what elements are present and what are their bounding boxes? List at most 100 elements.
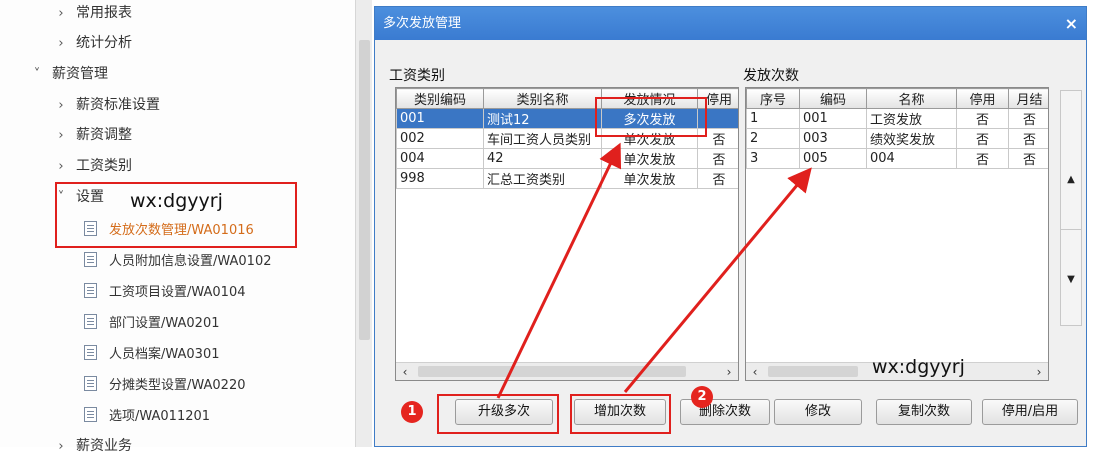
table-row[interactable]: 998 汇总工资类别 单次发放 否: [396, 168, 738, 189]
table-row[interactable]: 004 42 单次发放 否: [396, 148, 738, 169]
dialog-titlebar[interactable]: 多次发放管理 ×: [375, 7, 1086, 40]
document-icon: [84, 283, 97, 298]
column-header[interactable]: 类别编码: [396, 88, 484, 109]
table-cell[interactable]: 单次发放: [601, 148, 698, 169]
dialog-title: 多次发放管理: [383, 16, 462, 31]
table-cell[interactable]: 绩效奖发放: [866, 128, 957, 149]
tree-leaf-label: 发放次数管理/WA01016: [109, 223, 254, 238]
column-header[interactable]: 编码: [799, 88, 867, 109]
column-header[interactable]: 名称: [866, 88, 957, 109]
table-cell[interactable]: 003: [799, 128, 867, 149]
multi-payment-dialog: 多次发放管理 × 工资类别 类别编码 类别名称 发放情况 停用 001 测试12…: [374, 6, 1087, 447]
tree-leaf-allocation-type[interactable]: 分摊类型设置/WA0220: [84, 372, 246, 398]
table-cell[interactable]: 车间工资人员类别: [483, 128, 602, 149]
tree-item-label: 薪资调整: [76, 127, 132, 143]
enable-disable-button[interactable]: 停用/启用: [982, 399, 1078, 425]
tree-leaf-wage-items[interactable]: 工资项目设置/WA0104: [84, 279, 246, 305]
close-icon[interactable]: ×: [1065, 7, 1078, 40]
table-cell[interactable]: 否: [697, 128, 738, 149]
modify-button[interactable]: 修改: [774, 399, 862, 425]
horizontal-scrollbar[interactable]: ‹ ›: [396, 362, 738, 380]
table-cell[interactable]: [697, 108, 738, 129]
table-cell[interactable]: 多次发放: [601, 108, 698, 129]
table-cell[interactable]: 否: [1008, 108, 1048, 129]
scrollbar-thumb[interactable]: [768, 366, 858, 377]
table-cell[interactable]: 否: [1008, 128, 1048, 149]
table-row[interactable]: 1 001 工资发放 否 否: [746, 108, 1048, 129]
upgrade-multiple-button[interactable]: 升级多次: [455, 399, 553, 425]
table-row[interactable]: 2 003 绩效奖发放 否 否: [746, 128, 1048, 149]
background-scrollbar[interactable]: ▲ ▼: [1060, 90, 1082, 326]
document-icon: [84, 345, 97, 360]
tree-leaf-label: 部门设置/WA0201: [109, 316, 220, 331]
table-cell[interactable]: 001: [396, 108, 484, 129]
scroll-up-icon[interactable]: ▲: [1061, 171, 1081, 189]
tree-item-payroll-business[interactable]: › 薪资业务: [52, 433, 132, 459]
scroll-left-icon[interactable]: ‹: [746, 363, 764, 380]
table-cell[interactable]: 42: [483, 148, 602, 169]
scroll-left-icon[interactable]: ‹: [396, 363, 414, 380]
column-header[interactable]: 类别名称: [483, 88, 602, 109]
copy-count-button[interactable]: 复制次数: [876, 399, 972, 425]
chevron-down-icon: ˅: [33, 67, 41, 82]
table-cell[interactable]: 998: [396, 168, 484, 189]
add-count-button[interactable]: 增加次数: [574, 399, 666, 425]
table-cell[interactable]: 2: [746, 128, 800, 149]
table-cell[interactable]: 否: [697, 148, 738, 169]
tree-group-payroll[interactable]: ˅ 薪资管理: [28, 61, 108, 87]
table-cell[interactable]: 002: [396, 128, 484, 149]
table-cell[interactable]: 工资发放: [866, 108, 957, 129]
tree-item-statistics[interactable]: › 统计分析: [52, 30, 132, 56]
table-row[interactable]: 3 005 004 否 否: [746, 148, 1048, 169]
scroll-down-icon[interactable]: ▼: [1061, 271, 1081, 289]
table-cell[interactable]: 汇总工资类别: [483, 168, 602, 189]
tree-item-salary-adjust[interactable]: › 薪资调整: [52, 122, 132, 148]
table-cell[interactable]: 否: [956, 128, 1009, 149]
tree-leaf-personnel[interactable]: 人员档案/WA0301: [84, 341, 220, 367]
tree-group-settings[interactable]: ˅ 设置: [52, 184, 104, 210]
table-cell[interactable]: 否: [1008, 148, 1048, 169]
tree-leaf-extra-info[interactable]: 人员附加信息设置/WA0102: [84, 248, 272, 274]
tree-leaf-payment-count-mgmt[interactable]: 发放次数管理/WA01016: [84, 217, 254, 243]
tree-leaf-departments[interactable]: 部门设置/WA0201: [84, 310, 220, 336]
document-icon: [84, 314, 97, 329]
table-cell[interactable]: 测试12: [483, 108, 602, 129]
table-cell[interactable]: 004: [396, 148, 484, 169]
scrollbar-thumb[interactable]: [359, 40, 370, 340]
table-cell[interactable]: 否: [956, 108, 1009, 129]
tree-leaf-options[interactable]: 选项/WA011201: [84, 403, 210, 429]
table-cell[interactable]: 001: [799, 108, 867, 129]
step-badge-2: 2: [691, 386, 713, 408]
tree-item-label: 常用报表: [76, 5, 132, 21]
wage-category-label: 工资类别: [389, 68, 445, 84]
nav-scrollbar[interactable]: [355, 0, 372, 447]
column-header[interactable]: 停用: [956, 88, 1009, 109]
tree-item-label: 薪资业务: [76, 438, 132, 454]
column-header[interactable]: 序号: [746, 88, 800, 109]
tree-item-wage-category[interactable]: › 工资类别: [52, 153, 132, 179]
table-cell[interactable]: 004: [866, 148, 957, 169]
tree-item-common-reports[interactable]: › 常用报表: [52, 0, 132, 26]
table-row[interactable]: 002 车间工资人员类别 单次发放 否: [396, 128, 738, 149]
table-cell[interactable]: 否: [956, 148, 1009, 169]
payment-count-grid[interactable]: 序号 编码 名称 停用 月结 1 001 工资发放 否 否 2 003 绩效奖发…: [745, 87, 1049, 381]
scrollbar-thumb[interactable]: [418, 366, 686, 377]
tree-item-label: 薪资标准设置: [76, 97, 160, 113]
table-row[interactable]: 001 测试12 多次发放: [396, 108, 738, 129]
wage-category-grid[interactable]: 类别编码 类别名称 发放情况 停用 001 测试12 多次发放 002 车间工资…: [395, 87, 739, 381]
table-cell[interactable]: 单次发放: [601, 128, 698, 149]
scroll-right-icon[interactable]: ›: [720, 363, 738, 380]
column-header[interactable]: 月结: [1008, 88, 1048, 109]
table-cell[interactable]: 005: [799, 148, 867, 169]
tree-leaf-label: 工资项目设置/WA0104: [109, 285, 246, 300]
navigation-tree: › 常用报表 › 统计分析 ˅ 薪资管理 › 薪资标准设置 › 薪资调整 › 工资类别 ˅ 设…: [0, 0, 372, 454]
table-cell[interactable]: 3: [746, 148, 800, 169]
table-cell[interactable]: 1: [746, 108, 800, 129]
table-cell[interactable]: 单次发放: [601, 168, 698, 189]
scroll-right-icon[interactable]: ›: [1030, 363, 1048, 380]
document-icon: [84, 252, 97, 267]
column-header[interactable]: 发放情况: [601, 88, 698, 109]
tree-item-salary-standard[interactable]: › 薪资标准设置: [52, 92, 160, 118]
table-cell[interactable]: 否: [697, 168, 738, 189]
column-header[interactable]: 停用: [697, 88, 738, 109]
